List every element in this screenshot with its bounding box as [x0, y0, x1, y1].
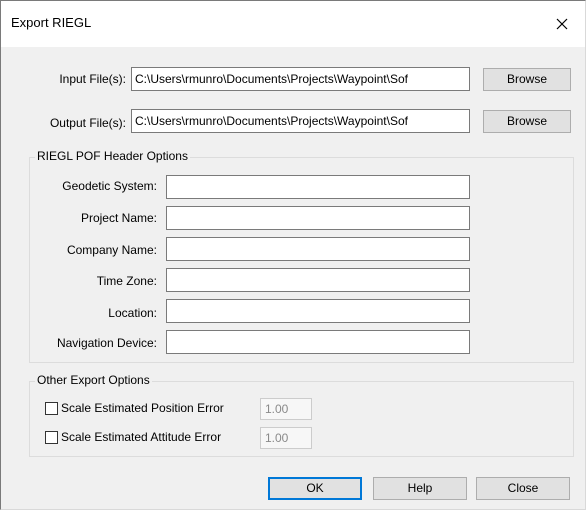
- navigation-device-field[interactable]: [166, 330, 470, 354]
- other-options-title: Other Export Options: [35, 373, 152, 387]
- project-name-label: Project Name:: [80, 211, 157, 225]
- geodetic-system-label: Geodetic System:: [62, 179, 157, 193]
- export-riegl-dialog: Export RIEGL Input File(s): C:\Users\rmu…: [0, 0, 586, 510]
- attitude-error-checkbox[interactable]: [45, 431, 58, 444]
- position-error-label: Scale Estimated Position Error: [61, 401, 224, 415]
- time-zone-field[interactable]: [166, 268, 470, 292]
- input-browse-button[interactable]: Browse: [483, 68, 571, 91]
- header-options-title: RIEGL POF Header Options: [35, 149, 190, 163]
- ok-button[interactable]: OK: [268, 477, 362, 500]
- attitude-error-value[interactable]: 1.00: [260, 427, 312, 449]
- title-bar: Export RIEGL: [1, 1, 585, 47]
- input-files-label: Input File(s):: [59, 72, 126, 86]
- position-error-checkbox[interactable]: [45, 402, 58, 415]
- input-files-field[interactable]: C:\Users\rmunro\Documents\Projects\Waypo…: [131, 67, 470, 91]
- project-name-field[interactable]: [166, 206, 470, 230]
- close-button[interactable]: Close: [476, 477, 570, 500]
- output-files-field[interactable]: C:\Users\rmunro\Documents\Projects\Waypo…: [131, 109, 470, 133]
- time-zone-label: Time Zone:: [96, 274, 157, 288]
- position-error-value[interactable]: 1.00: [260, 398, 312, 420]
- attitude-error-label: Scale Estimated Attitude Error: [61, 430, 222, 444]
- output-files-label: Output File(s):: [49, 116, 126, 130]
- location-label: Location:: [108, 306, 157, 320]
- close-icon[interactable]: [547, 9, 577, 39]
- geodetic-system-field[interactable]: [166, 175, 470, 199]
- output-browse-button[interactable]: Browse: [483, 110, 571, 133]
- dialog-title: Export RIEGL: [11, 15, 92, 30]
- help-button[interactable]: Help: [373, 477, 467, 500]
- location-field[interactable]: [166, 299, 470, 323]
- company-name-field[interactable]: [166, 237, 470, 261]
- navigation-device-label: Navigation Device:: [56, 336, 157, 350]
- company-name-label: Company Name:: [66, 243, 157, 257]
